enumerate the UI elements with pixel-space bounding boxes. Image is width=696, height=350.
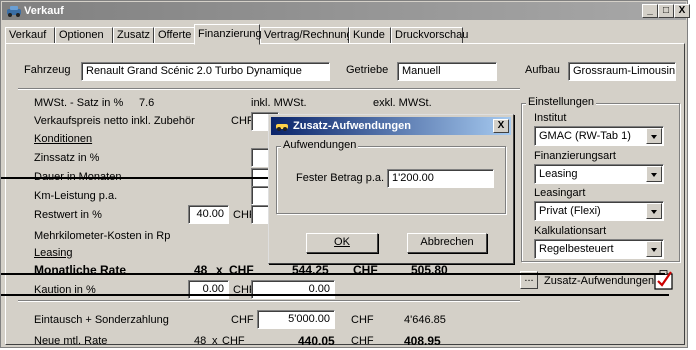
ok-button[interactable]: OK — [306, 233, 378, 253]
mwst-value: 7.6 — [139, 97, 155, 109]
title-bar[interactable]: Verkauf _ □ X — [2, 2, 690, 20]
finanzierungsart-label: Finanzierungsart — [534, 150, 616, 162]
chevron-down-icon[interactable] — [646, 203, 662, 219]
getriebe-label: Getriebe — [346, 64, 389, 76]
eintausch-field[interactable]: 5'000.00 — [257, 310, 335, 329]
tab-verkauf[interactable]: Verkauf — [5, 27, 55, 44]
zusatz-dialog: Zusatz-Aufwendungen X Aufwendungen Feste… — [268, 114, 514, 264]
abbrechen-label: Abbrechen — [420, 236, 474, 248]
einstellungen-title: Einstellungen — [526, 96, 597, 108]
main-window: Verkauf _ □ X Verkauf Optionen Zusatz Of… — [0, 0, 690, 348]
aufbau-field[interactable]: Grossraum-Limousine — [568, 62, 676, 81]
neue-exkl-chf: CHF — [351, 335, 374, 347]
finanzierungsart-select[interactable]: Leasing — [534, 164, 664, 184]
exkl-mwst-header: exkl. MWSt. — [373, 97, 432, 109]
neue-months: 48 — [194, 335, 207, 347]
neue-inkl: 440.05 — [298, 334, 335, 348]
close-button[interactable]: X — [674, 4, 690, 18]
neue-chf: CHF — [222, 335, 245, 347]
leasingart-label: Leasingart — [534, 187, 586, 199]
konditionen-link[interactable]: Konditionen — [34, 133, 92, 145]
institut-label: Institut — [534, 112, 567, 124]
km-label: Km-Leistung p.a. — [34, 190, 118, 202]
dialog-title: Zusatz-Aufwendungen — [293, 120, 411, 132]
ok-label: OK — [334, 236, 350, 248]
separator — [18, 300, 520, 302]
tab-offerte[interactable]: Offerte — [154, 27, 196, 44]
leasingart-select[interactable]: Privat (Flexi) — [534, 201, 664, 221]
annotation-line — [1, 294, 669, 296]
separator — [18, 88, 520, 90]
maximize-button[interactable]: □ — [658, 4, 674, 18]
zusatz-aufwendungen-label: Zusatz-Aufwendungen — [544, 275, 655, 287]
tab-druckvorschau[interactable]: Druckvorschau — [391, 27, 468, 44]
tab-optionen[interactable]: Optionen — [55, 27, 113, 44]
abbrechen-button[interactable]: Abbrechen — [407, 233, 487, 253]
eintausch-exkl-chf: CHF — [351, 314, 374, 326]
aufbau-label: Aufbau — [525, 64, 560, 76]
finanzierungsart-value: Leasing — [539, 168, 578, 180]
dialog-close-button[interactable]: X — [493, 119, 509, 133]
annotation-line — [1, 273, 665, 275]
app-icon — [7, 6, 21, 17]
eintausch-label: Eintausch + Sonderzahlung — [34, 314, 169, 326]
inkl-mwst-header: inkl. MWSt. — [251, 97, 307, 109]
leasing-link[interactable]: Leasing — [34, 247, 73, 259]
kaution-chf-field[interactable]: 0.00 — [251, 280, 335, 299]
tab-vertrag-rechnung[interactable]: Vertrag/Rechnung — [260, 27, 353, 44]
kalkulationsart-label: Kalkulationsart — [534, 225, 607, 237]
kalkulationsart-value: Regelbesteuert — [539, 243, 614, 255]
restwert-field[interactable]: 40.00 — [188, 205, 229, 224]
restwert-label: Restwert in % — [34, 209, 102, 221]
minimize-button[interactable]: _ — [642, 4, 658, 18]
getriebe-field[interactable]: Manuell — [397, 62, 497, 81]
fester-betrag-field[interactable]: 1'200.00 — [387, 169, 494, 188]
neue-rate-label: Neue mtl. Rate — [34, 335, 108, 347]
institut-value: GMAC (RW-Tab 1) — [539, 130, 631, 142]
aufwendungen-title: Aufwendungen — [281, 139, 359, 151]
tab-zusatz[interactable]: Zusatz — [113, 27, 154, 44]
fahrzeug-label: Fahrzeug — [24, 64, 71, 76]
institut-select[interactable]: GMAC (RW-Tab 1) — [534, 126, 664, 146]
kaution-pct-field[interactable]: 0.00 — [188, 280, 229, 299]
chevron-down-icon[interactable] — [646, 166, 662, 182]
fahrzeug-field[interactable]: Renault Grand Scénic 2.0 Turbo Dynamique — [81, 62, 330, 81]
zinssatz-label: Zinssatz in % — [34, 152, 100, 164]
kalkulationsart-select[interactable]: Regelbesteuert — [534, 239, 664, 259]
verkaufspreis-label: Verkaufspreis netto inkl. Zubehör — [34, 115, 195, 127]
mehrkm-label: Mehrkilometer-Kosten in Rp — [34, 230, 171, 242]
chevron-down-icon[interactable] — [646, 241, 662, 257]
fester-betrag-label: Fester Betrag p.a. — [296, 172, 385, 184]
tab-kunde[interactable]: Kunde — [349, 27, 391, 44]
einstellungen-group: Einstellungen Institut GMAC (RW-Tab 1) F… — [521, 96, 680, 262]
aufwendungen-group: Aufwendungen Fester Betrag p.a. 1'200.00 — [276, 139, 506, 214]
tab-finanzierung[interactable]: Finanzierung — [194, 24, 262, 45]
neue-x: x — [212, 335, 218, 347]
eintausch-chf: CHF — [231, 314, 254, 326]
neue-exkl: 408.95 — [404, 334, 441, 348]
mwst-label: MWSt. - Satz in % — [34, 97, 124, 109]
leasingart-value: Privat (Flexi) — [539, 205, 601, 217]
eintausch-exkl: 4'646.85 — [404, 314, 446, 326]
dialog-title-bar[interactable]: Zusatz-Aufwendungen X — [271, 117, 511, 135]
chevron-down-icon[interactable] — [646, 128, 662, 144]
window-title: Verkauf — [24, 5, 64, 17]
dialog-app-icon — [276, 124, 288, 131]
